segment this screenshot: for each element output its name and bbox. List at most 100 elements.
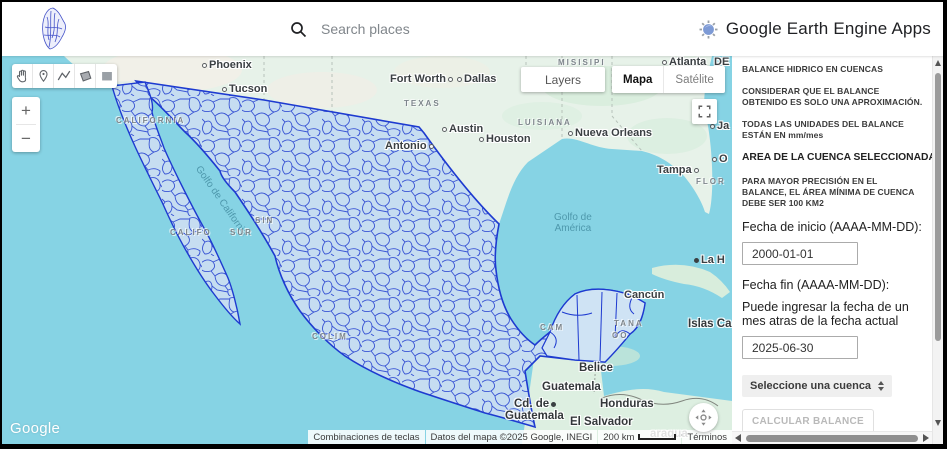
city-marker-icon xyxy=(442,127,447,132)
layers-button[interactable]: Layers xyxy=(521,67,605,92)
panel-title: BALANCE HIDRICO EN CUENCAS xyxy=(742,64,924,75)
scroll-right-arrow-icon[interactable] xyxy=(923,434,929,442)
city-marker-icon xyxy=(202,63,207,68)
zoom-control: + − xyxy=(12,97,40,152)
app-logo-watershed-icon xyxy=(30,5,76,53)
zoom-in-button[interactable]: + xyxy=(12,97,40,124)
top-header: Search places Google Earth Engine Apps xyxy=(2,2,943,56)
map-label: Tucson xyxy=(222,83,267,95)
map-scale-bar xyxy=(638,434,676,440)
map-type-satellite-button[interactable]: Satélite xyxy=(664,66,724,93)
pan-compass-control[interactable] xyxy=(689,403,718,432)
terms-link[interactable]: Términos xyxy=(682,430,732,444)
map-label: Belice xyxy=(579,362,613,374)
city-marker-icon xyxy=(710,124,715,129)
map-label: Islas Ca xyxy=(688,318,731,330)
marker-tool-button[interactable] xyxy=(33,64,54,88)
map-label: Honduras xyxy=(600,398,654,410)
map-label: O xyxy=(712,153,728,165)
map-viewport[interactable]: egoPhoenixTucsonFort WorthDallasTEXASAus… xyxy=(2,56,732,444)
horizontal-scroll-thumb[interactable] xyxy=(746,435,918,442)
map-attribution: Combinaciones de teclas Datos del mapa ©… xyxy=(307,430,732,444)
polygon-icon xyxy=(77,68,93,84)
map-data-attribution: Datos del mapa ©2025 Google, INEGI xyxy=(426,430,598,444)
map-label: Fort Worth xyxy=(390,73,453,85)
end-date-hint: Puede ingresar la fecha de un mes atras … xyxy=(742,300,924,328)
scroll-left-arrow-icon[interactable] xyxy=(735,434,741,442)
rectangle-tool-button[interactable] xyxy=(96,64,117,88)
map-label: Golfo de América xyxy=(554,212,592,234)
map-label: OO xyxy=(612,331,628,340)
map-label: FLOR xyxy=(696,177,726,186)
map-label: Austin xyxy=(442,123,483,135)
map-label: CAM xyxy=(540,323,564,332)
panel-note-units: TODAS LAS UNIDADES DEL BALANCE ESTÁN EN … xyxy=(742,119,924,141)
earth-engine-icon xyxy=(699,20,718,39)
end-date-input[interactable] xyxy=(742,336,858,359)
map-label: Antonio xyxy=(385,140,434,152)
city-marker-icon xyxy=(479,137,484,142)
vertical-scroll-thumb[interactable] xyxy=(935,73,941,341)
map-label: Nueva Orleans xyxy=(568,127,652,139)
city-marker-icon xyxy=(712,157,717,162)
basin-select-label: Seleccione una cuenca xyxy=(750,380,871,392)
map-label: TEXAS xyxy=(404,99,441,108)
map-scale: 200 km xyxy=(598,430,681,444)
map-label: TANA xyxy=(614,319,644,328)
app-window: Search places Google Earth Engine Apps xyxy=(0,0,947,449)
city-marker-icon xyxy=(694,168,699,173)
vertical-scrollbar[interactable] xyxy=(932,56,943,444)
map-label: SIN xyxy=(255,216,274,225)
map-label: Cd. de xyxy=(514,398,556,410)
map-label: LUISIANA xyxy=(518,118,572,127)
map-label: Cancún xyxy=(624,289,664,301)
map-label: Golfo de California xyxy=(193,164,250,238)
pin-icon xyxy=(36,68,51,84)
search-placeholder[interactable]: Search places xyxy=(321,21,410,37)
select-updown-icon xyxy=(878,381,884,391)
basin-select[interactable]: Seleccione una cuenca xyxy=(742,375,892,397)
map-label: MISISIPI xyxy=(558,58,606,67)
polyline-tool-button[interactable] xyxy=(54,64,75,88)
city-marker-icon xyxy=(662,60,667,65)
rectangle-icon xyxy=(99,68,115,84)
city-marker-icon xyxy=(551,402,556,407)
side-panel-wrap: BALANCE HIDRICO EN CUENCAS CONSIDERAR QU… xyxy=(732,56,943,444)
map-label: SUR xyxy=(230,228,253,237)
side-panel: BALANCE HIDRICO EN CUENCAS CONSIDERAR QU… xyxy=(732,56,932,444)
keyboard-shortcuts-link[interactable]: Combinaciones de teclas xyxy=(308,430,424,444)
google-watermark: Google xyxy=(10,420,60,437)
map-label: CALIFO xyxy=(170,228,212,237)
map-label: COLIM xyxy=(312,332,348,341)
main-area: egoPhoenixTucsonFort WorthDallasTEXASAus… xyxy=(2,56,943,444)
selected-basin-area: AREA DE LA CUENCA SELECCIONADA: N/A xyxy=(742,152,924,163)
app-title: Google Earth Engine Apps xyxy=(726,19,931,39)
city-marker-icon xyxy=(222,87,227,92)
search-icon xyxy=(290,21,307,38)
polygon-tool-button[interactable] xyxy=(75,64,96,88)
map-scale-text: 200 km xyxy=(603,432,634,443)
scroll-up-arrow-icon[interactable] xyxy=(935,60,941,66)
scroll-down-arrow-icon[interactable] xyxy=(935,420,941,426)
city-marker-icon xyxy=(694,258,699,263)
gee-branding: Google Earth Engine Apps xyxy=(699,2,931,56)
pan-tool-button[interactable] xyxy=(12,64,33,88)
map-label: Guatemala xyxy=(505,410,564,422)
map-label: Phoenix xyxy=(202,59,252,71)
hand-icon xyxy=(14,68,30,84)
pan-arrows-icon xyxy=(694,408,713,427)
map-type-toggle: Mapa Satélite xyxy=(612,66,725,93)
city-marker-icon xyxy=(457,77,462,82)
map-type-map-button[interactable]: Mapa xyxy=(612,66,664,93)
zoom-out-button[interactable]: − xyxy=(12,125,40,152)
start-date-input[interactable] xyxy=(742,242,858,265)
fullscreen-button[interactable] xyxy=(692,99,717,124)
map-labels: egoPhoenixTucsonFort WorthDallasTEXASAus… xyxy=(2,56,732,444)
city-marker-icon xyxy=(568,131,573,136)
fullscreen-icon xyxy=(697,104,712,119)
search-box[interactable]: Search places xyxy=(290,2,410,56)
horizontal-scrollbar[interactable] xyxy=(732,431,932,444)
map-label: Tampa xyxy=(657,164,699,176)
map-label: Houston xyxy=(479,133,531,145)
map-label: La H xyxy=(694,254,725,266)
